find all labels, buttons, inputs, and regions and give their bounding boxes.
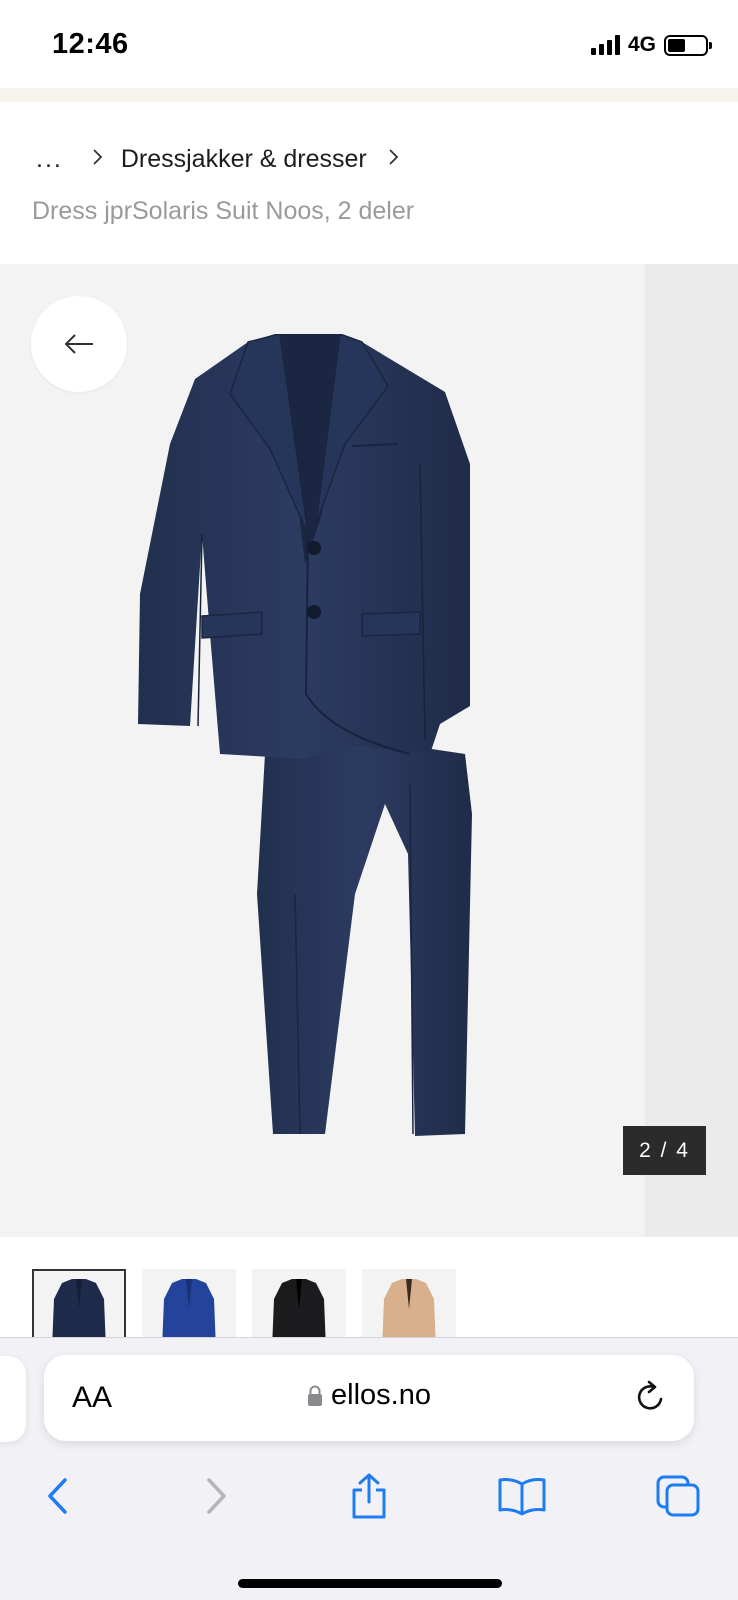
status-bar: 12:46 4G	[0, 0, 738, 88]
chevron-right-icon	[87, 148, 109, 172]
bookmarks-button[interactable]	[494, 1468, 550, 1524]
reload-icon	[637, 1380, 663, 1410]
status-time: 12:46	[52, 28, 129, 60]
browser-toolbar: AA ellos.no	[0, 1337, 738, 1600]
header-strip	[0, 88, 738, 102]
browser-back-button[interactable]	[30, 1468, 86, 1524]
next-image-peek[interactable]	[645, 264, 738, 1237]
chevron-right-icon	[383, 148, 405, 172]
bookmarks-icon	[498, 1478, 546, 1516]
back-icon	[48, 1478, 67, 1514]
battery-icon	[664, 34, 712, 56]
previous-tab-peek[interactable]	[0, 1356, 26, 1442]
breadcrumb: ... Dressjakker & dresser Dress jprSolar…	[0, 102, 738, 264]
signal-bars-icon	[590, 35, 620, 55]
network-type: 4G	[627, 33, 656, 56]
product-image-gallery[interactable]: 2 / 4	[0, 264, 738, 1237]
home-indicator	[238, 1579, 502, 1588]
image-counter: 2 / 4	[623, 1126, 706, 1175]
thumbnail-beige[interactable]	[362, 1269, 456, 1337]
thumbnail-jacket-image	[382, 1279, 436, 1337]
breadcrumb-current-product: Dress jprSolaris Suit Noos, 2 deler	[32, 197, 415, 225]
status-indicators: 4G	[590, 30, 712, 60]
breadcrumb-ellipsis[interactable]: ...	[36, 145, 63, 174]
thumbnail-navy[interactable]	[32, 1269, 126, 1337]
arrow-left-icon	[64, 334, 93, 354]
gallery-back-button[interactable]	[31, 296, 127, 392]
tabs-button[interactable]	[650, 1468, 706, 1524]
share-button[interactable]	[341, 1468, 397, 1524]
url-display[interactable]: ellos.no	[44, 1379, 694, 1412]
thumbnail-jacket-image	[272, 1279, 326, 1337]
thumbnail-jacket-image	[162, 1279, 216, 1337]
breadcrumb-category-link[interactable]: Dressjakker & dresser	[121, 145, 367, 174]
thumbnail-black[interactable]	[252, 1269, 346, 1337]
forward-icon	[207, 1478, 226, 1514]
url-domain: ellos.no	[331, 1379, 431, 1411]
thumbnail-jacket-image	[52, 1279, 106, 1337]
color-thumbnails	[0, 1237, 738, 1337]
share-icon	[352, 1473, 386, 1519]
tabs-icon	[656, 1475, 700, 1517]
browser-forward-button[interactable]	[188, 1468, 244, 1524]
address-bar[interactable]: AA ellos.no	[44, 1355, 694, 1441]
thumbnail-blue[interactable]	[142, 1269, 236, 1337]
reload-button[interactable]	[634, 1379, 668, 1420]
product-image-suit	[138, 334, 472, 1136]
lock-icon	[308, 1385, 323, 1406]
